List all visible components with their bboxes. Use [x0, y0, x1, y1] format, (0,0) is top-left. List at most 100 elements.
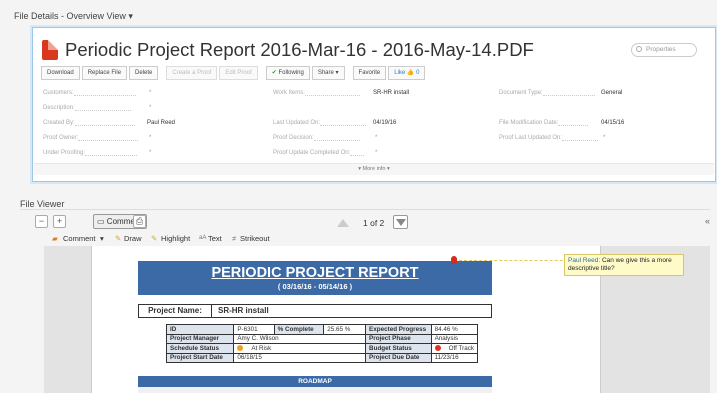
proof-owner-field: Proof Owner: [43, 135, 139, 141]
customers-field: Customers: [43, 90, 136, 96]
more-info-link[interactable]: ▾ More info ▾ [34, 166, 714, 172]
pdf-file-icon [42, 40, 58, 60]
table-cell: Analysis [430, 333, 479, 344]
search-icon [636, 46, 642, 52]
table-cell: Off Track [430, 343, 479, 354]
delete-button[interactable]: Delete [129, 66, 159, 80]
description-label: Description: [43, 105, 75, 111]
breadcrumb[interactable]: File Details - Overview View ▾ [14, 11, 133, 22]
table-cell: Project Start Date [165, 352, 235, 363]
table-cell: Amy C. Wilson [233, 333, 367, 344]
chevron-down-icon[interactable]: ▾ [100, 234, 104, 243]
proof-last-updated-field: Proof Last Updated On: [499, 135, 599, 141]
following-button[interactable]: ✔ Following [265, 66, 310, 80]
table-cell: Budget Status [365, 343, 432, 354]
table-row: ID P-6301 % Complete 25.65 % Expected Pr… [165, 324, 479, 335]
project-name-row: Project Name: SR-HR install [138, 304, 492, 318]
text-tool[interactable]: Text [208, 234, 222, 243]
properties-search-placeholder: Properties [646, 46, 676, 53]
proof-decision-label: Proof Decision: [273, 135, 314, 141]
table-cell: 84.46 % [430, 324, 479, 335]
annotation-toolbar: ▰ Comment ▾ ✎ Draw ✎ Highlight aA Text ≠… [50, 234, 710, 246]
chevron-down-icon[interactable]: ▾ [128, 11, 133, 21]
status-dot-icon [237, 345, 244, 352]
page-title: Periodic Project Report 2016-Mar-16 - 20… [65, 39, 534, 60]
document-page[interactable]: PERIODIC PROJECT REPORT ( 03/16/16 - 05/… [91, 246, 613, 393]
required-mark: * [149, 105, 152, 111]
comment-pin-icon[interactable] [451, 256, 457, 264]
project-name-label: Project Name: [139, 305, 212, 317]
proof-last-updated-label: Proof Last Updated On: [499, 135, 563, 141]
pages-icon[interactable]: ⎙ [133, 215, 146, 228]
table-row: Project Manager Amy C. Wilson Project Ph… [165, 333, 479, 344]
customers-label: Customers: [43, 90, 74, 96]
comment-author: Paul Reed: [568, 257, 601, 264]
file-details-panel: Periodic Project Report 2016-Mar-16 - 20… [32, 27, 716, 182]
report-title: PERIODIC PROJECT REPORT [211, 265, 419, 281]
like-button[interactable]: Like 👍 0 [388, 66, 426, 80]
work-items-value[interactable]: SR-HR install [373, 90, 409, 96]
collapse-panel-icon[interactable]: « [705, 216, 710, 226]
strikeout-tool[interactable]: Strikeout [240, 234, 270, 243]
description-field: Description: [43, 105, 131, 111]
like-count: 0 [416, 70, 420, 76]
created-by-value: Paul Reed [147, 120, 176, 126]
table-cell: Project Due Date [365, 352, 432, 363]
last-updated-field: Last Updated On: [273, 120, 367, 126]
project-name-value: SR-HR install [218, 306, 269, 315]
draw-tool[interactable]: Draw [124, 234, 142, 243]
required-mark: * [375, 135, 378, 141]
status-dot-icon [434, 345, 441, 352]
viewer-toolbar: − + ▭ Comment ⎙ 1 of 2 [33, 213, 717, 232]
required-mark: * [603, 135, 606, 141]
zoom-in-icon[interactable]: + [53, 215, 66, 228]
table-cell: Schedule Status [165, 343, 235, 354]
text-tool-icon: aA [199, 235, 207, 241]
table-cell: 06/18/15 [233, 352, 367, 363]
zoom-out-icon[interactable]: − [35, 215, 48, 228]
proof-update-completed-field: Proof Update Completed On: [273, 150, 365, 156]
next-page-icon[interactable] [393, 215, 408, 229]
required-mark: * [149, 150, 152, 156]
share-button[interactable]: Share ▾ [311, 66, 345, 80]
highlight-tool[interactable]: Highlight [161, 234, 190, 243]
proof-decision-field: Proof Decision: [273, 135, 360, 141]
table-cell: At Risk [233, 343, 367, 354]
download-button[interactable]: Download [41, 66, 80, 80]
comment-sticky-note[interactable]: Paul Reed: Can we give this a more descr… [564, 254, 684, 276]
like-label: Like [394, 70, 406, 76]
table-cell: 25.65 % [323, 324, 367, 335]
proof-update-completed-label: Proof Update Completed On: [273, 150, 351, 156]
table-row: Schedule Status At Risk Budget Status Of… [165, 343, 479, 354]
previous-page-icon[interactable] [337, 219, 349, 227]
table-cell: % Complete [273, 324, 325, 335]
roadmap-content [138, 387, 492, 393]
create-proof-button[interactable]: Create a Proof [166, 66, 218, 80]
following-label: Following [278, 70, 304, 76]
favorite-button[interactable]: Favorite [352, 66, 387, 80]
document-type-field: Document Type: [499, 90, 595, 96]
chevron-down-icon: ▾ [335, 70, 339, 76]
file-viewer-heading: File Viewer [20, 199, 65, 209]
table-cell: Project Manager [165, 333, 235, 344]
required-mark: * [149, 135, 152, 141]
comment-tool[interactable]: Comment [63, 234, 96, 243]
pencil-icon: ✎ [115, 234, 122, 243]
thumbs-up-icon: 👍 [406, 70, 415, 76]
checkmark-icon: ✔ [271, 70, 277, 76]
created-by-label: Created By: [43, 120, 75, 126]
divider [20, 209, 710, 210]
work-items-field: Work Items: [273, 90, 360, 96]
project-info-table: ID P-6301 % Complete 25.65 % Expected Pr… [165, 324, 479, 363]
strikeout-icon: ≠ [232, 234, 237, 243]
breadcrumb-label: File Details - Overview View [14, 11, 126, 21]
schedule-status-value: At Risk [251, 344, 272, 352]
edit-proof-button[interactable]: Edit Proof [219, 66, 258, 80]
table-cell: Expected Progress [365, 324, 432, 335]
properties-search[interactable]: Properties [631, 43, 697, 57]
action-buttons: Download Replace File Delete Create a Pr… [41, 66, 426, 80]
report-banner: PERIODIC PROJECT REPORT ( 03/16/16 - 05/… [138, 261, 492, 295]
required-mark: * [375, 150, 378, 156]
created-by-field: Created By: [43, 120, 135, 126]
replace-file-button[interactable]: Replace File [81, 66, 128, 80]
